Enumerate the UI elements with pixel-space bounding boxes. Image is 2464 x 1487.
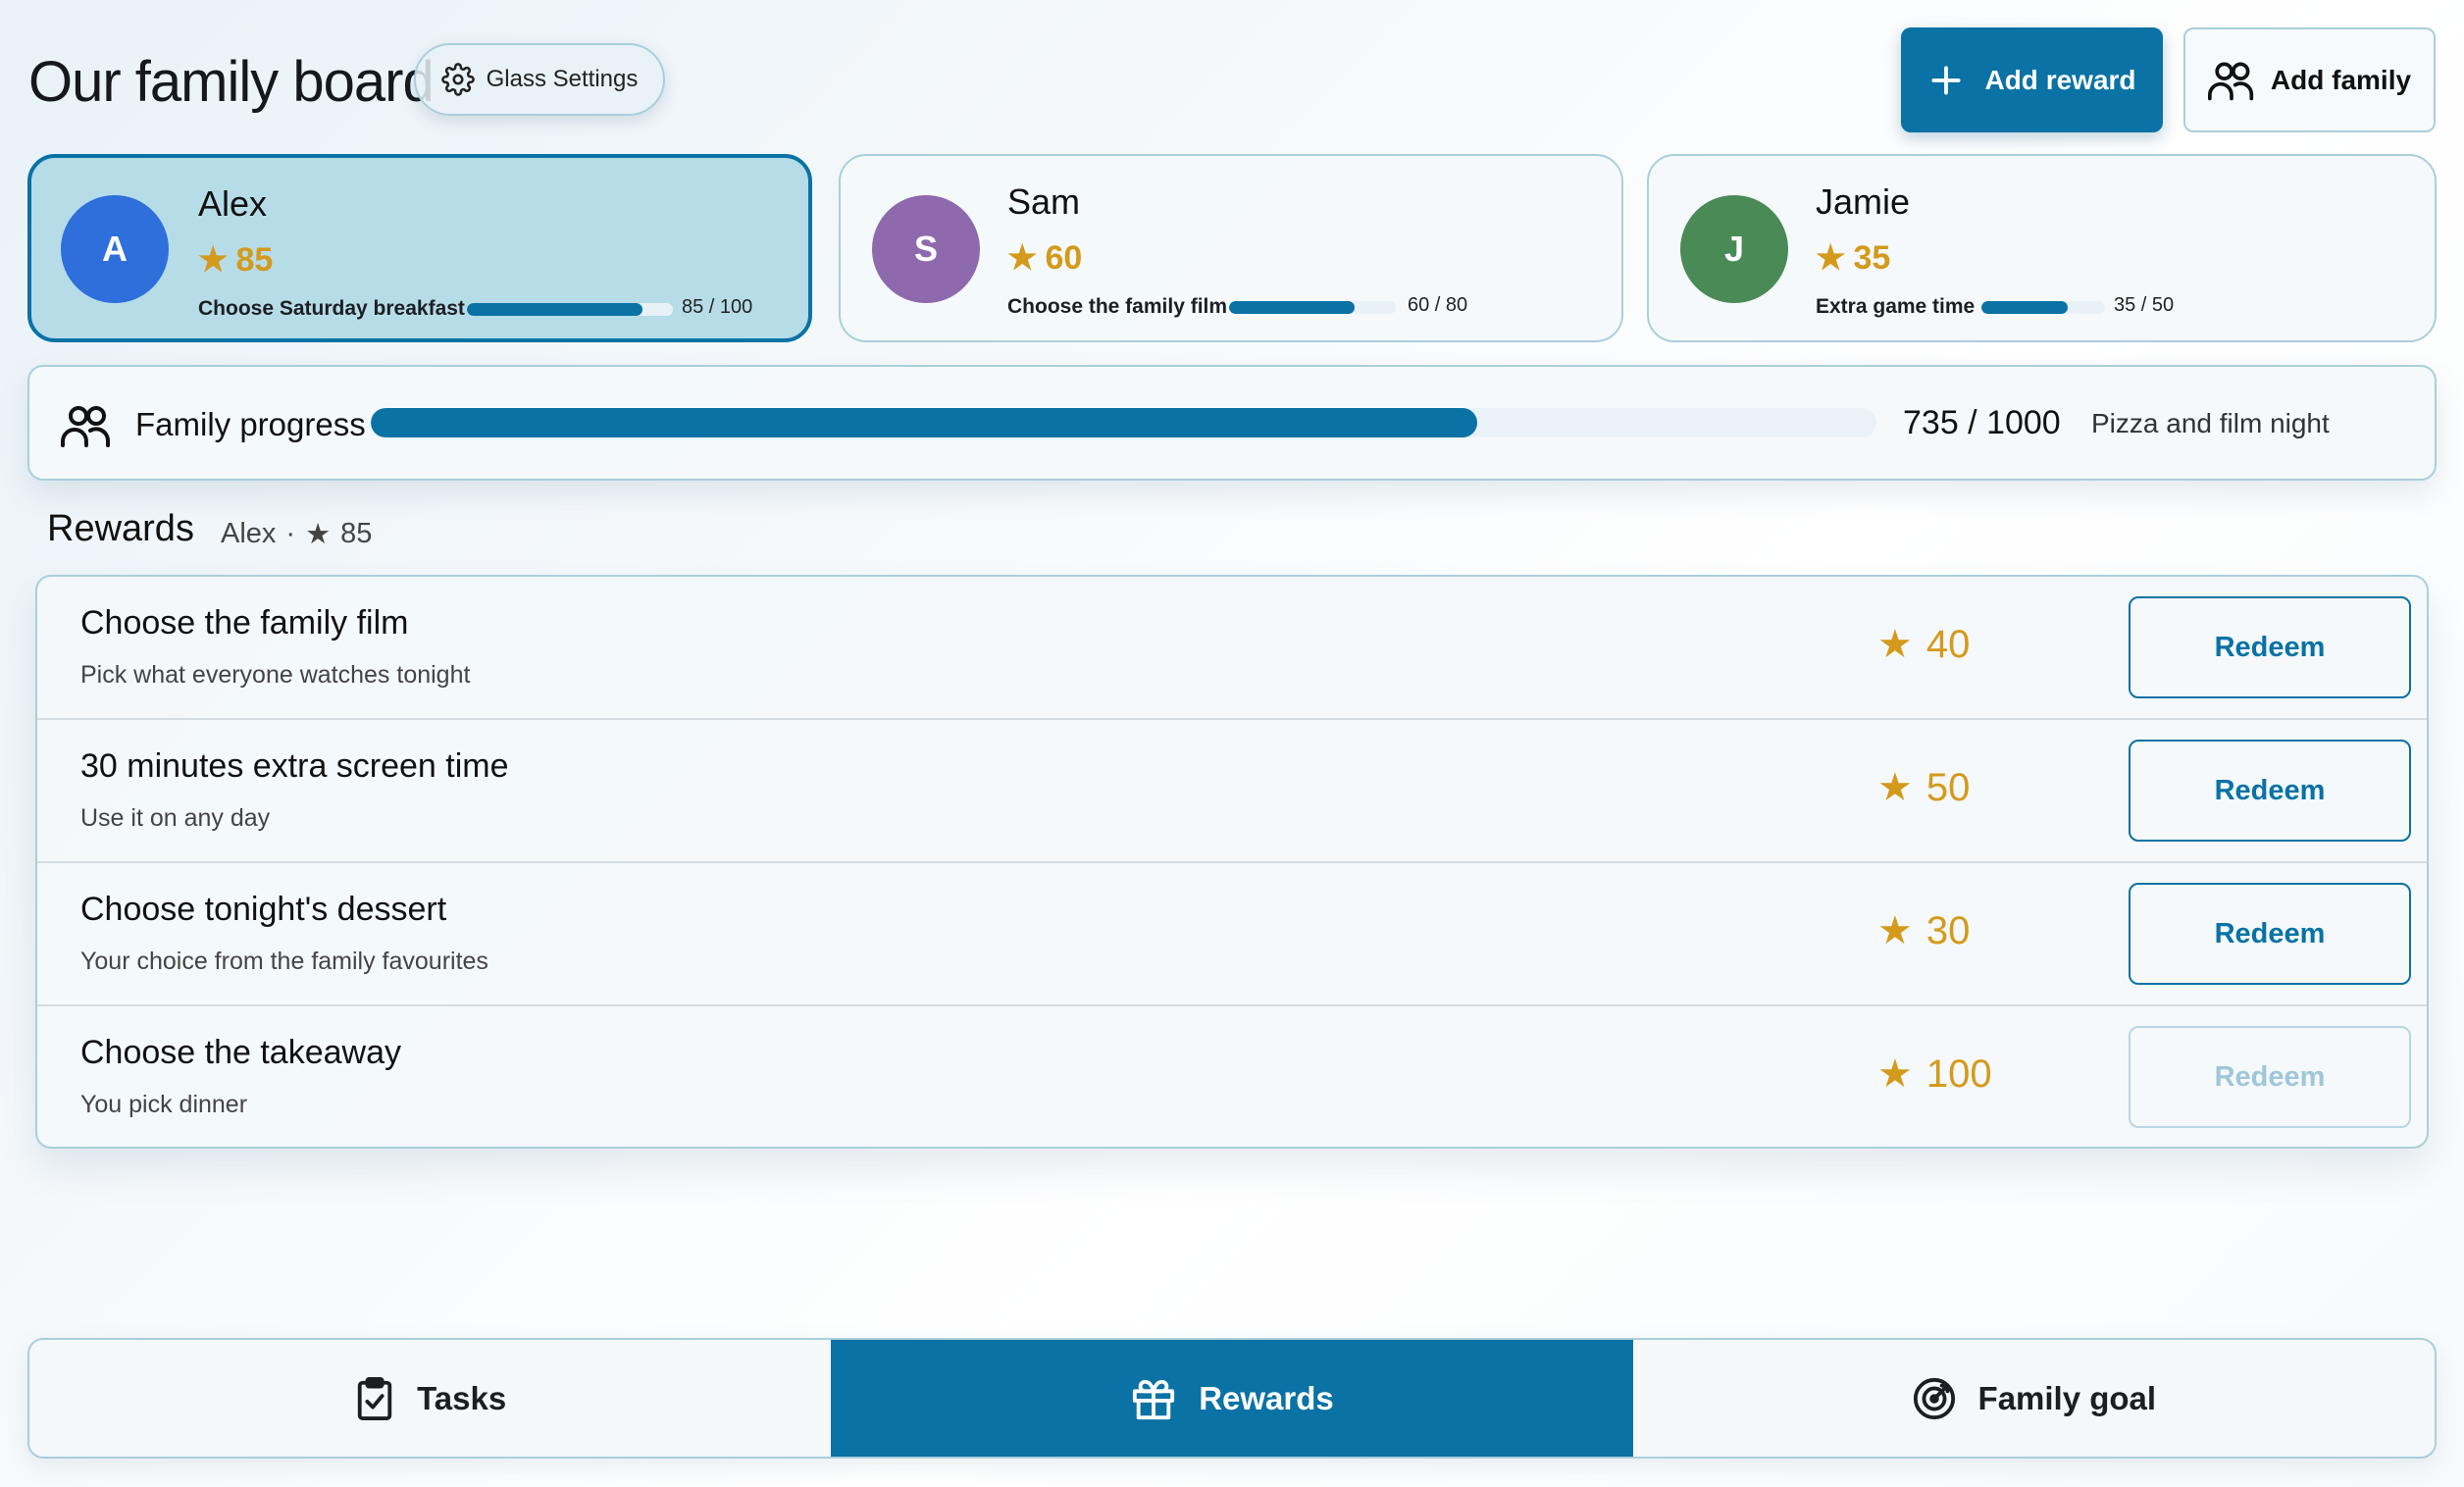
redeem-button[interactable]: Redeem	[2129, 883, 2411, 985]
reward-cost-value: 50	[1925, 765, 1971, 809]
member-progress-fill	[467, 303, 642, 316]
avatar: S	[872, 195, 980, 303]
page-title: Our family board	[28, 50, 435, 114]
reward-cost-value: 30	[1925, 908, 1971, 952]
tab-label: Family goal	[1977, 1379, 2157, 1416]
glass-settings-label: Glass Settings	[486, 66, 639, 92]
member-progress-bar	[1981, 301, 2105, 314]
gift-icon	[1130, 1376, 1177, 1421]
tab-tasks[interactable]: Tasks	[29, 1340, 831, 1457]
reward-description: You pick dinner	[80, 1091, 248, 1118]
gear-icon	[440, 63, 475, 96]
redeem-button: Redeem	[2129, 1026, 2411, 1128]
reward-cost-value: 40	[1925, 622, 1971, 666]
avatar: J	[1680, 195, 1788, 303]
reward-cost: ★ 40	[1877, 622, 1970, 667]
member-goal: Extra game time	[1816, 295, 1976, 318]
member-progress-bar	[467, 303, 673, 316]
family-progress-fill	[371, 408, 1478, 437]
star-icon: ★	[1007, 239, 1038, 277]
plus-icon	[1927, 62, 1965, 99]
reward-title: Choose the takeaway	[80, 1034, 401, 1071]
member-stars: ★ 60	[1007, 238, 1082, 278]
rewards-member-name: Alex	[221, 518, 277, 549]
add-reward-button[interactable]: Add reward	[1901, 27, 2163, 132]
target-icon	[1912, 1376, 1957, 1421]
member-name: Alex	[198, 183, 268, 224]
bottom-nav: Tasks Rewards Family goal	[27, 1338, 2437, 1459]
member-progress-fill	[1981, 301, 2069, 314]
member-progress-count: 85 / 100	[682, 296, 753, 318]
reward-title: Choose the family film	[80, 604, 409, 641]
list-item: 30 minutes extra screen time Use it on a…	[37, 720, 2427, 863]
reward-title: Choose tonight's dessert	[80, 891, 447, 928]
family-progress-label: Family progress	[135, 406, 366, 442]
member-stars-value: 60	[1045, 238, 1083, 277]
rewards-list: Choose the family film Pick what everyon…	[35, 575, 2429, 1149]
member-goal: Choose Saturday breakfast	[198, 297, 465, 320]
reward-description: Your choice from the family favourites	[80, 948, 488, 975]
reward-description: Use it on any day	[80, 804, 271, 832]
add-reward-label: Add reward	[1984, 64, 2136, 95]
family-progress-bar	[371, 408, 1876, 437]
member-progress-count: 35 / 50	[2114, 294, 2175, 316]
add-family-label: Add family	[2270, 64, 2412, 95]
member-stars: ★ 85	[198, 240, 273, 280]
star-icon: ★	[305, 519, 332, 550]
star-icon: ★	[198, 241, 229, 279]
member-stars-value: 85	[235, 240, 274, 279]
tab-family-goal[interactable]: Family goal	[1633, 1340, 2435, 1457]
rewards-heading: Rewards	[47, 508, 194, 549]
list-item: Choose the family film Pick what everyon…	[37, 577, 2427, 720]
clipboard-check-icon	[354, 1376, 395, 1421]
list-item: Choose tonight's dessert Your choice fro…	[37, 863, 2427, 1006]
redeem-button[interactable]: Redeem	[2129, 596, 2411, 698]
reward-cost: ★ 100	[1877, 1051, 1992, 1097]
member-name: Jamie	[1816, 181, 1911, 222]
family-progress-panel: Family progress 735 / 1000 Pizza and fil…	[27, 365, 2437, 481]
star-icon: ★	[1877, 623, 1913, 666]
users-icon	[2207, 60, 2255, 101]
list-item: Choose the takeaway You pick dinner ★ 10…	[37, 1006, 2427, 1147]
tab-label: Tasks	[417, 1379, 507, 1416]
member-name: Sam	[1007, 181, 1081, 222]
family-progress-count: 735 / 1000	[1903, 404, 2061, 441]
member-card-jamie[interactable]: J Jamie ★ 35 Extra game time 35 / 50	[1647, 154, 2437, 342]
family-goal-reward: Pizza and film night	[2091, 408, 2330, 438]
redeem-button[interactable]: Redeem	[2129, 740, 2411, 842]
reward-description: Pick what everyone watches tonight	[80, 661, 471, 689]
tab-rewards[interactable]: Rewards	[831, 1340, 1633, 1457]
member-card-alex[interactable]: A Alex ★ 85 Choose Saturday breakfast 85…	[27, 154, 812, 342]
member-progress-count: 60 / 80	[1408, 294, 1468, 316]
separator: ·	[285, 518, 296, 549]
avatar: A	[61, 195, 169, 303]
member-progress-bar	[1229, 301, 1396, 314]
member-progress-fill	[1229, 301, 1355, 314]
users-icon	[61, 404, 112, 447]
member-stars: ★ 35	[1816, 238, 1890, 278]
member-goal: Choose the family film	[1007, 295, 1228, 318]
reward-title: 30 minutes extra screen time	[80, 747, 509, 785]
star-icon: ★	[1816, 239, 1846, 277]
star-icon: ★	[1877, 766, 1913, 809]
rewards-member-stars: 85	[340, 518, 373, 549]
member-stars-value: 35	[1853, 238, 1891, 277]
add-family-button[interactable]: Add family	[2183, 27, 2436, 132]
reward-cost: ★ 50	[1877, 765, 1970, 810]
star-icon: ★	[1877, 1052, 1913, 1096]
star-icon: ★	[1877, 909, 1913, 952]
reward-cost: ★ 30	[1877, 908, 1970, 953]
rewards-member-summary: Alex · ★ 85	[221, 517, 372, 551]
glass-settings-button[interactable]: Glass Settings	[414, 43, 665, 116]
member-card-sam[interactable]: S Sam ★ 60 Choose the family film 60 / 8…	[839, 154, 1623, 342]
tab-label: Rewards	[1199, 1379, 1334, 1416]
reward-cost-value: 100	[1925, 1051, 1992, 1096]
